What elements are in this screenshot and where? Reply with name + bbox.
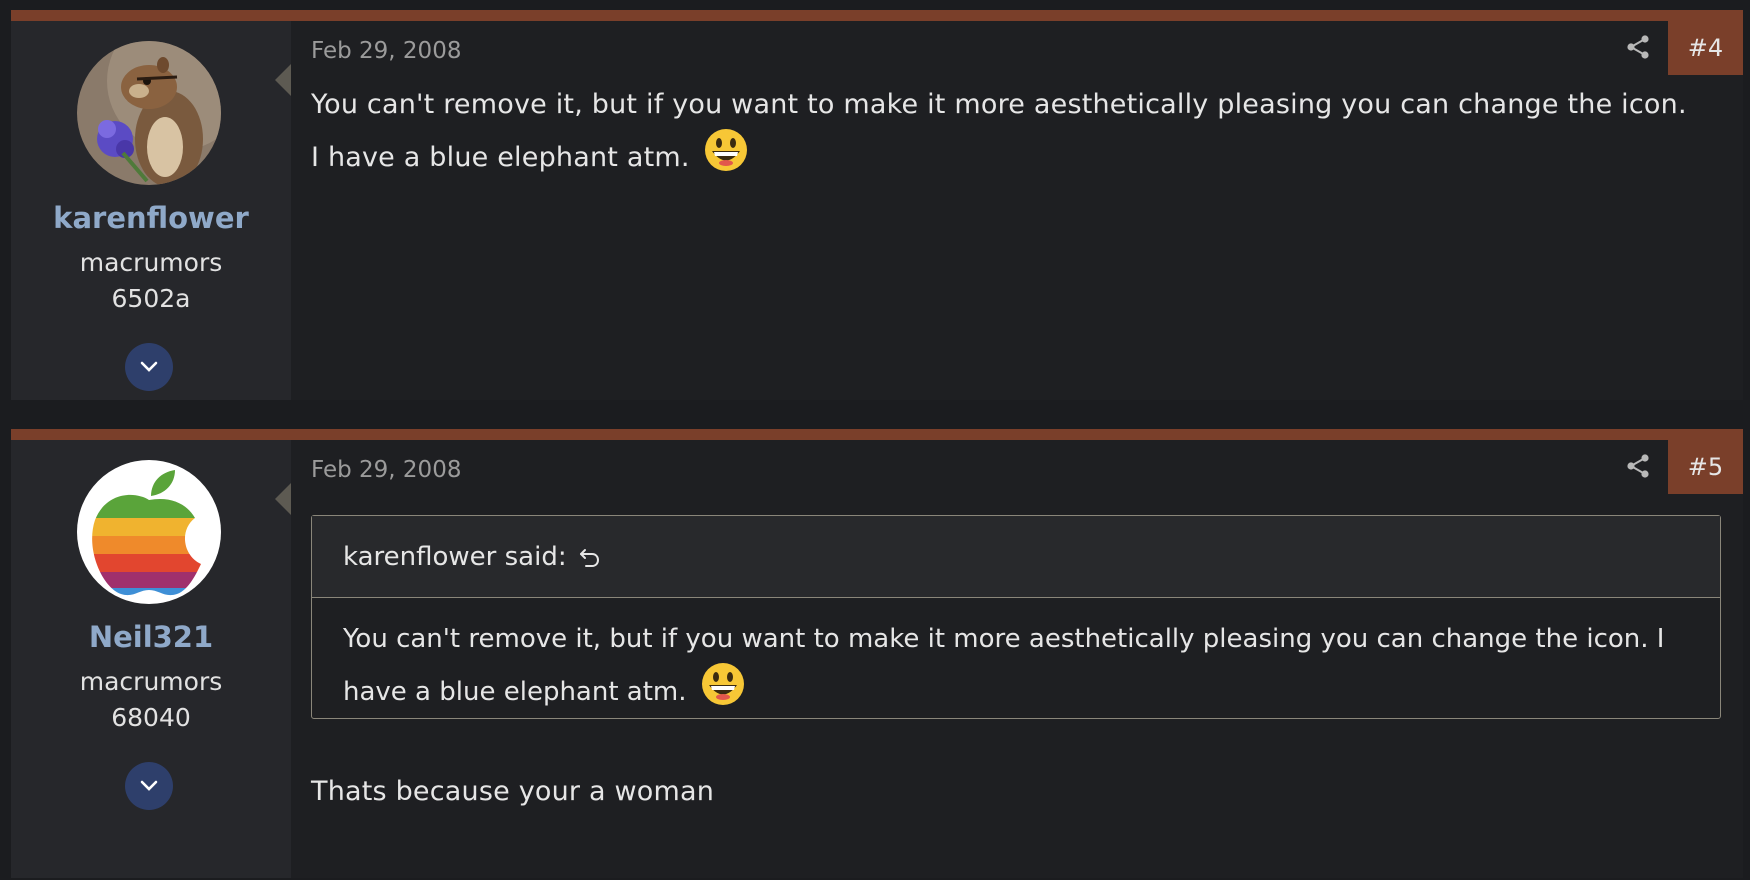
jump-to-quote-icon[interactable]: [579, 546, 601, 568]
expand-user-info-button[interactable]: [125, 343, 173, 391]
chevron-down-icon: [140, 780, 158, 791]
user-column: karenflower macrumors 6502a: [11, 21, 291, 400]
share-icon[interactable]: [1625, 34, 1651, 60]
post-4: karenflower macrumors 6502a Feb 29, 2008…: [11, 10, 1743, 400]
grinning-face-icon: [701, 663, 744, 705]
post-accent-bar: [11, 10, 1743, 21]
quote-block: karenflower said: You can't remove it, b…: [311, 515, 1721, 719]
quote-body-text: You can't remove it, but if you want to …: [343, 624, 1665, 707]
quote-body: You can't remove it, but if you want to …: [343, 616, 1703, 715]
expand-user-info-button[interactable]: [125, 762, 173, 810]
chevron-down-icon: [140, 361, 158, 372]
grinning-face-icon: [705, 129, 748, 171]
post-5: Neil321 macrumors 68040 Feb 29, 2008 #5 …: [11, 429, 1743, 878]
post-body-text: You can't remove it, but if you want to …: [311, 89, 1687, 173]
post-body: You can't remove it, but if you want to …: [311, 82, 1701, 181]
username[interactable]: Neil321: [11, 620, 291, 654]
post-number-link[interactable]: #4: [1668, 21, 1743, 75]
user-title: macrumors: [79, 248, 223, 277]
post-number-link[interactable]: #5: [1668, 440, 1743, 494]
message-arrow: [275, 483, 291, 515]
quote-author[interactable]: karenflower said:: [343, 542, 567, 572]
user-title-rank: 6502a: [111, 284, 191, 313]
avatar-neil321[interactable]: [77, 460, 221, 604]
post-date[interactable]: Feb 29, 2008: [311, 457, 461, 483]
user-column: Neil321 macrumors 68040: [11, 440, 291, 878]
user-title: macrumors: [79, 667, 223, 696]
username[interactable]: karenflower: [11, 201, 291, 235]
avatar-karenflower[interactable]: [77, 41, 221, 185]
post-date[interactable]: Feb 29, 2008: [311, 38, 461, 64]
post-body: Thats because your a woman: [311, 776, 715, 807]
post-accent-bar: [11, 429, 1743, 440]
share-icon[interactable]: [1625, 453, 1651, 479]
message-arrow: [275, 64, 291, 96]
quote-header[interactable]: karenflower said:: [312, 516, 1720, 598]
user-title-rank: 68040: [111, 703, 191, 732]
